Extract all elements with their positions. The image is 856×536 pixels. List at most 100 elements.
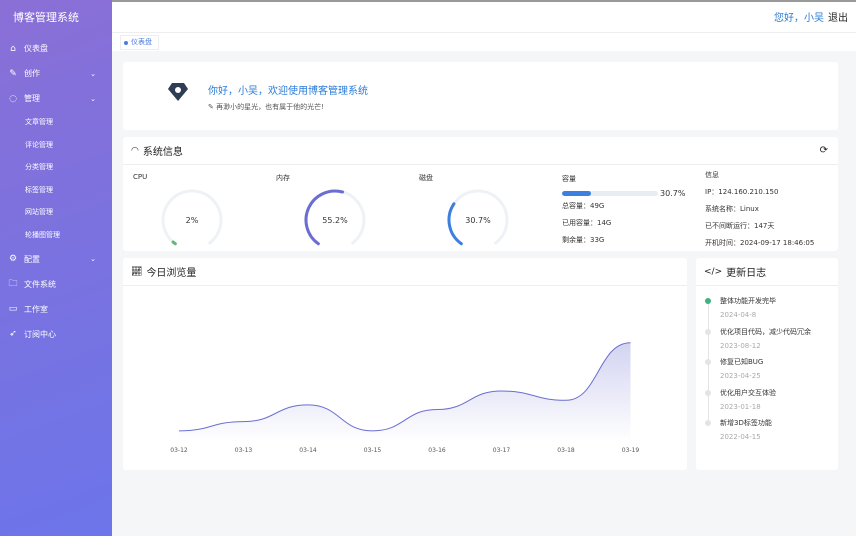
sidebar-sub-carousel[interactable]: 轮播图管理 <box>0 224 112 247</box>
sidebar: 博客管理系统 ⌂ 仪表盘 ✎ 创作 ⌄ ◌ 管理 ⌄ 文章管理 评论管理 分类管理 标签管… <box>0 0 112 536</box>
diamond-icon <box>168 83 188 101</box>
x-tick-label: 03-17 <box>493 447 511 454</box>
gauge-icon: ◠ <box>131 145 139 156</box>
changelog-item: 修复已知BUG 2023-04-25 <box>705 357 838 388</box>
card-title: 今日浏览量 <box>146 268 197 279</box>
user-greeting[interactable]: 您好，小吴 <box>774 9 824 24</box>
timeline-dot <box>705 298 711 304</box>
x-tick-label: 03-13 <box>235 447 253 454</box>
label: 管理 <box>24 94 40 103</box>
timeline-dot <box>705 389 711 396</box>
changelog-text: 整体功能开发完毕 <box>720 297 776 305</box>
x-tick-label: 03-19 <box>622 447 640 454</box>
capacity-total: 总容量：49G <box>562 202 605 210</box>
tag-dashboard[interactable]: 仪表盘 <box>120 35 159 50</box>
monitor-icon: ▭ <box>8 304 18 315</box>
capacity-percent: 30.7% <box>660 188 686 198</box>
info-label: 信息 <box>705 171 719 179</box>
gauge-label: CPU <box>133 173 148 181</box>
code-icon: </> <box>704 266 723 277</box>
changelog-item: 优化项目代码，减少代码冗余 2023-08-12 <box>705 327 838 358</box>
welcome-subtitle: 再渺小的星光，也有属于他的光芒! <box>216 103 324 111</box>
home-icon: ⌂ <box>10 43 16 54</box>
gauge-value: 30.7% <box>465 216 491 225</box>
gauge-fill <box>447 202 463 246</box>
capacity-panel: 容量 30.7% 总容量：49G 已用容量：14G 剩余量：33G <box>562 171 692 249</box>
changelog-date: 2023-04-25 <box>720 372 761 380</box>
app-title: 博客管理系统 <box>13 11 79 24</box>
gauge-label: 磁盘 <box>419 174 433 182</box>
gauge-fill <box>171 240 177 246</box>
sidebar-item-manage[interactable]: ◌ 管理 ⌄ <box>0 86 112 111</box>
chevron-down-icon: ⌄ <box>90 255 96 264</box>
sidebar-sub-comments[interactable]: 评论管理 <box>0 134 112 157</box>
edit-icon: ✎ <box>9 68 17 79</box>
area-fill <box>179 342 631 442</box>
changelog-text: 优化项目代码，减少代码冗余 <box>720 327 811 336</box>
gear-icon: ⚙ <box>8 254 18 265</box>
label: 工作室 <box>24 304 48 314</box>
capacity-bar <box>562 190 658 196</box>
gauge-value: 55.2% <box>322 216 348 225</box>
info-os: 系统名称：Linux <box>705 205 759 213</box>
x-tick-label: 03-15 <box>364 447 382 454</box>
sidebar-item-files[interactable]: 🗀 文件系统 <box>0 272 112 297</box>
chevron-down-icon: ⌄ <box>90 94 96 103</box>
changelog-item: 优化用户交互体验 2023-01-18 <box>705 388 838 419</box>
memory-gauge: 内存 55.2% <box>274 173 414 246</box>
system-info-card: ◠ 系统信息 ⟳ CPU 2% 内存 55.2% 磁盘 30.7% 容量 30.7% 总容… <box>123 137 838 251</box>
pen-icon: ✎ <box>208 103 217 111</box>
changelog-text: 优化用户交互体验 <box>720 388 776 397</box>
gauge-value: 2% <box>186 216 199 225</box>
label: 配置 <box>24 254 40 264</box>
sidebar-item-subscribe[interactable]: ➶ 订阅中心 <box>0 322 112 347</box>
x-tick-label: 03-14 <box>299 447 317 454</box>
tag-bar: 仪表盘 <box>112 32 856 51</box>
changelog-date: 2023-08-12 <box>720 341 761 350</box>
changelog-text: 新增3D标签功能 <box>720 419 772 427</box>
capacity-free: 剩余量：33G <box>562 236 605 244</box>
card-title: 系统信息 <box>142 147 183 158</box>
timeline-dot <box>705 359 711 365</box>
logout-button[interactable]: 退出 <box>828 9 848 24</box>
sidebar-sub-website[interactable]: 网站管理 <box>0 201 112 224</box>
info-uptime: 已不间断运行：147天 <box>705 222 775 230</box>
changelog-date: 2024-04-8 <box>720 311 757 319</box>
sidebar-sub-categories[interactable]: 分类管理 <box>0 156 112 179</box>
changelog-date: 2023-01-18 <box>720 402 761 411</box>
capacity-label: 容量 <box>562 175 576 183</box>
x-tick-label: 03-18 <box>557 447 575 454</box>
disk-gauge: 磁盘 30.7% <box>417 173 557 246</box>
label: 文件系统 <box>24 279 56 289</box>
timeline-dot <box>705 420 711 426</box>
x-tick-label: 03-12 <box>170 447 188 454</box>
welcome-title: 你好，小吴，欢迎使用博客管理系统 <box>208 86 368 97</box>
views-chart-card: 📈︎ 今日浏览量 03-12 03-13 03-14 03-15 03-16 03-17 03… <box>123 258 687 470</box>
capacity-bar-fill <box>562 190 592 196</box>
capacity-used: 已用容量：14G <box>562 219 612 227</box>
x-tick-label: 03-16 <box>428 447 446 454</box>
sidebar-sub-articles[interactable]: 文章管理 <box>0 111 112 134</box>
changelog-date: 2022-04-15 <box>720 433 761 441</box>
sidebar-item-dashboard[interactable]: ⌂ 仪表盘 <box>0 36 112 61</box>
label: 订阅中心 <box>24 329 56 339</box>
changelog-item: 新增3D标签功能 2022-04-15 <box>705 418 838 449</box>
refresh-icon[interactable]: ⟳ <box>820 145 828 156</box>
send-icon: ➶ <box>9 329 17 340</box>
sidebar-item-config[interactable]: ⚙ 配置 ⌄ <box>0 247 112 272</box>
sidebar-item-studio[interactable]: ▭ 工作室 <box>0 297 112 322</box>
sidebar-sub-tags[interactable]: 标签管理 <box>0 179 112 202</box>
info-panel: 信息 IP：124.160.210.150 系统名称：Linux 已不间断运行：… <box>705 167 814 252</box>
card-title: 更新日志 <box>726 268 767 279</box>
label: 创作 <box>24 69 40 78</box>
sidebar-item-create[interactable]: ✎ 创作 ⌄ <box>0 61 112 86</box>
manage-icon: ◌ <box>9 93 17 104</box>
cpu-gauge: CPU 2% <box>131 173 271 246</box>
changelog-item: 整体功能开发完毕 2024-04-8 <box>705 296 838 327</box>
folder-icon: 🗀 <box>8 279 18 290</box>
welcome-card: 你好，小吴，欢迎使用博客管理系统 ✎ 再渺小的星光，也有属于他的光芒! <box>123 62 838 130</box>
gauge-label: 内存 <box>276 174 290 182</box>
info-ip: IP：124.160.210.150 <box>705 188 779 196</box>
timeline-dot <box>705 328 711 335</box>
topbar: 您好，小吴 退出 <box>112 0 856 32</box>
